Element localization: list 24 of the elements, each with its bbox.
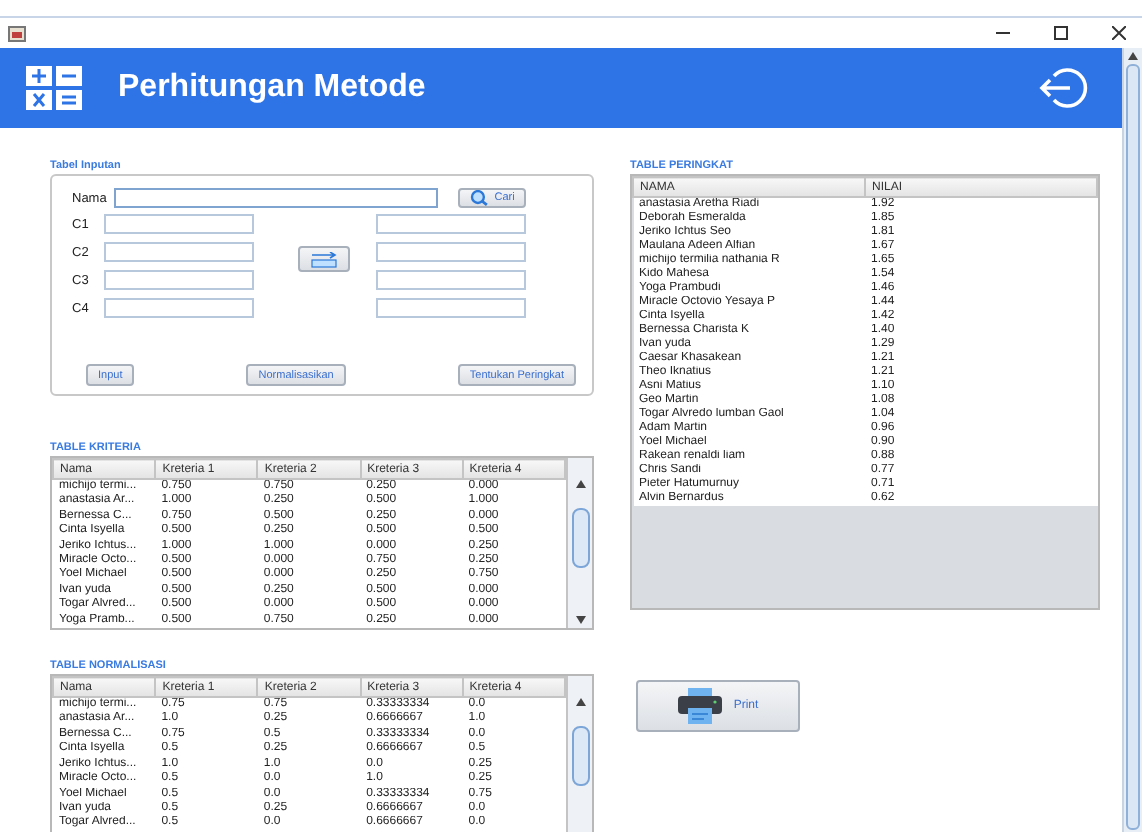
maximize-icon[interactable] [1054,26,1068,40]
transfer-button[interactable] [298,246,350,272]
input-field[interactable] [376,270,526,290]
printer-icon [677,688,722,724]
app-title: Perhitungan Metode [118,70,428,106]
logout-icon[interactable] [1038,66,1090,110]
close-icon[interactable] [1112,26,1126,40]
input-field[interactable] [104,270,254,290]
scroll-up-icon[interactable] [575,698,585,707]
input-field[interactable] [376,242,526,262]
scroll-up-icon[interactable] [575,480,585,488]
scroll-down-icon[interactable] [575,616,585,625]
input-field[interactable] [376,214,526,234]
input-field[interactable] [376,298,526,318]
input-field[interactable] [104,242,254,262]
search-icon [470,190,489,206]
input-field[interactable] [104,214,254,234]
minimize-icon[interactable] [996,26,1010,40]
name-field[interactable] [114,188,439,208]
input-field[interactable] [104,298,254,318]
app-icon [8,25,26,41]
scroll-up-icon[interactable] [1128,52,1138,60]
transfer-icon [308,251,340,267]
calculator-icon [26,66,82,110]
